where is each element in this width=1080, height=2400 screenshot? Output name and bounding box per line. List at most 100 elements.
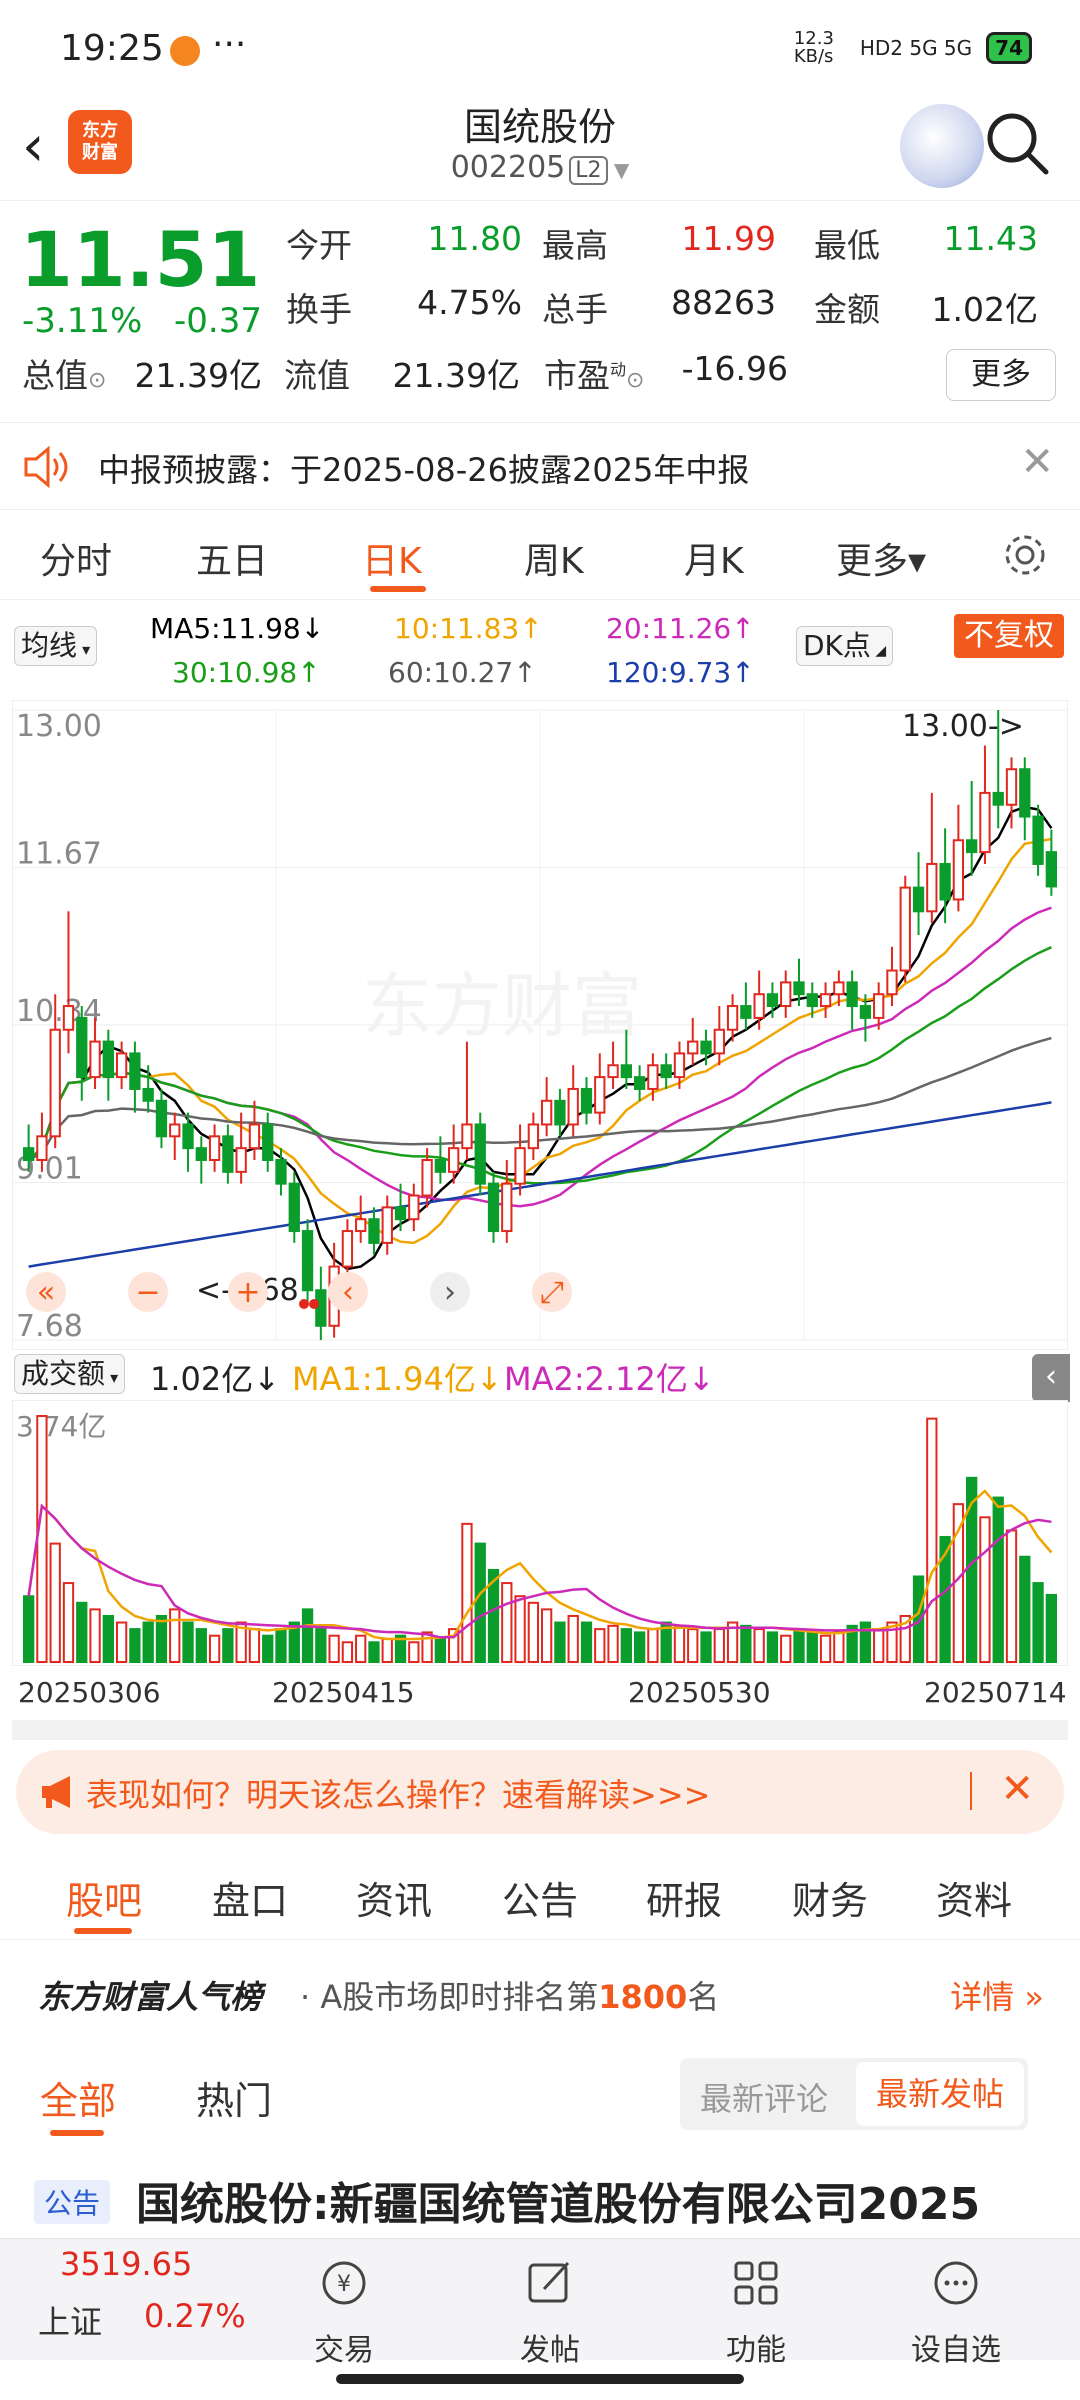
battery-level: 74 [995,36,1023,60]
dk-point-button[interactable]: DK点 ◢ [796,626,894,666]
content-tab-2[interactable]: 资讯 [356,1870,432,1925]
volume-bar [647,1628,659,1664]
content-tab-5[interactable]: 财务 [792,1870,868,1925]
volume-max-label: 3.74亿 [16,1410,106,1443]
candle-body [421,1159,433,1197]
period-tab-2[interactable]: 日K [362,532,422,584]
ma120-value: 120:9.73↑ [606,656,755,689]
volume-bar [979,1516,991,1664]
more-dots-icon [934,2261,978,2305]
search-icon[interactable] [982,108,1052,178]
grid-icon [734,2261,778,2305]
volume-bar [341,1641,354,1663]
home-indicator[interactable] [336,2374,744,2384]
period-tab-5[interactable]: 更多▾ [836,532,926,584]
promo-separator [970,1772,972,1810]
candle-body [235,1147,247,1173]
candle-body [806,993,818,1008]
volume-bar [1045,1593,1058,1663]
volume-chart[interactable]: 3.74亿 [12,1400,1068,1666]
quote-label-0-0: 今开 [286,226,352,265]
collapse-panel-icon[interactable]: ‹ [1032,1354,1070,1402]
feed-tab-underline [50,2130,104,2136]
svg-text:¥: ¥ [337,2272,351,2297]
volume-select[interactable]: 成交额 ▾ [14,1354,126,1394]
assistant-avatar[interactable] [900,104,984,188]
close-promo-icon[interactable]: ✕ [1000,1766,1034,1812]
stock-header: ‹ 东方 财富 国统股份 002205 L2 ▼ [0,100,1080,200]
nav-trade-label: 交易 [314,2333,374,2368]
candle-body [846,981,858,1008]
candle-body [208,1135,221,1162]
volume-bar [753,1628,765,1664]
content-tab-4[interactable]: 研报 [646,1870,722,1925]
indicator-select[interactable]: 均线 ▾ [14,626,98,666]
next-button-glyph: › [444,1275,456,1310]
content-tab-0[interactable]: 股吧 [66,1870,142,1925]
volume-bar [554,1621,566,1663]
status-right: 12.3 KB/s HD2 5G 5G 74 [794,30,1032,66]
period-tab-3[interactable]: 周K [524,532,584,584]
y-tick-label: 10.34 [16,994,102,1029]
adjust-button[interactable]: 不复权 [954,614,1064,658]
post-item[interactable]: 公告 国统股份:新疆国统管道股份有限公司2025 [0,2160,1080,2240]
feed-tab-hot[interactable]: 热门 [196,2070,272,2125]
total-value-label[interactable]: 总值⊙ [22,349,106,397]
sort-latest-post[interactable]: 最新发帖 [856,2062,1024,2126]
popularity-rank[interactable]: 东方财富人气榜 · A股市场即时排名第1800名 详情 » [0,1940,1080,2040]
index-pct: 0.27% [144,2297,246,2335]
quote-value-1-2: 1.02亿 [931,290,1038,329]
period-tab-0[interactable]: 分时 [40,532,112,584]
volume-bar [673,1624,686,1664]
candle-body [288,1182,300,1233]
content-tab-6[interactable]: 资料 [936,1870,1012,1925]
quote-label-1-2: 金额 [814,290,880,329]
nav-post[interactable]: 发帖 [480,2253,620,2369]
promo-banner[interactable]: 表现如何？明天该怎么操作？速看解读>>> ✕ [16,1750,1064,1834]
quote-value-0-0: 11.80 [427,219,522,258]
date-label-2: 20250415 [272,1676,415,1709]
candle-body [567,1087,579,1126]
candle-body [594,1076,606,1114]
volume-bar [76,1601,88,1663]
volume-bar [89,1608,101,1664]
pe-label[interactable]: 市盈动⊙ [544,349,644,397]
volume-bar [22,1595,35,1663]
period-tab-4[interactable]: 月K [684,532,744,584]
candle-body [726,1005,739,1031]
nav-functions[interactable]: 功能 [686,2253,826,2369]
candle-body [766,993,779,1008]
candle-body [1019,768,1031,818]
nav-watchlist[interactable]: 设自选 [886,2253,1026,2369]
content-tab-3[interactable]: 公告 [502,1870,578,1925]
y-tick-label: 13.00 [16,709,102,744]
volume-bar [527,1601,540,1663]
nav-trade[interactable]: ¥ 交易 [274,2253,414,2369]
settings-gear-icon[interactable] [1000,530,1050,580]
close-icon[interactable]: ✕ [1020,439,1054,485]
report-notice[interactable]: 中报预披露：于2025-08-26披露2025年中报 ✕ [0,422,1080,510]
volume-bar [248,1628,261,1664]
volume-bar [1005,1529,1018,1663]
rank-detail-link[interactable]: 详情 » [950,1972,1044,2018]
candle-body [501,1182,513,1233]
volume-bar [580,1621,593,1663]
volume-bar [766,1631,779,1663]
candle-body [341,1230,354,1268]
candle-body [487,1182,500,1233]
candle-body [49,1028,61,1138]
index-value[interactable]: 3519.65 [60,2245,192,2283]
candle-body [169,1123,181,1138]
current-price: 11.51 [20,215,261,304]
content-tab-1[interactable]: 盘口 [212,1870,288,1925]
volume-bar [474,1542,486,1663]
volume-bar [49,1542,61,1663]
kline-chart[interactable]: 13.0011.6710.349.017.68东方财富13.00-><-7.68… [12,700,1068,1350]
more-button[interactable]: 更多 [946,349,1056,401]
period-tab-1[interactable]: 五日 [196,532,268,584]
rank-text: · A股市场即时排名第1800名 [300,1978,720,2016]
more-notifications-icon: ··· [212,24,247,65]
post-title: 国统股份:新疆国统管道股份有限公司2025 [136,2179,981,2230]
feed-tab-all[interactable]: 全部 [40,2070,116,2125]
sort-latest-comment[interactable]: 最新评论 [700,2074,828,2120]
